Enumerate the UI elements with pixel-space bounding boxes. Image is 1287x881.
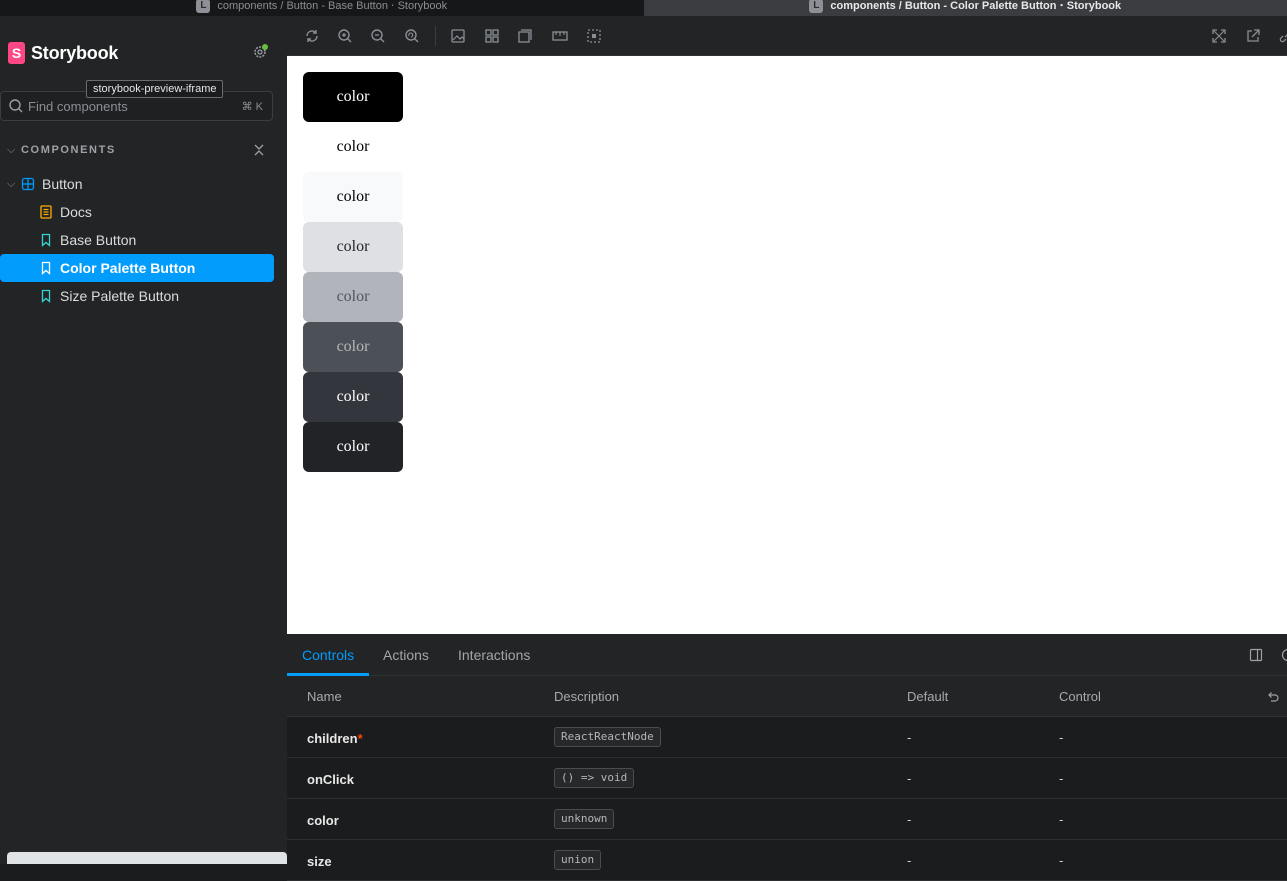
preview-toolbar <box>287 16 1287 56</box>
table-row: children* ReactReactNode - - <box>287 717 1287 758</box>
outline-icon[interactable] <box>585 27 603 45</box>
addon-tab-bar: Controls Actions Interactions <box>287 634 1287 676</box>
browser-tab-strip: L components / Button - Base Button ⋅ St… <box>0 0 1287 16</box>
addons-panel: Controls Actions Interactions Name Descr… <box>287 634 1287 864</box>
sidebar-item-label: Size Palette Button <box>60 288 179 304</box>
browser-tab-base-button[interactable]: L components / Button - Base Button ⋅ St… <box>0 0 644 16</box>
arg-type: ReactReactNode <box>554 727 661 747</box>
arg-name: children* <box>307 731 363 746</box>
grid-icon[interactable] <box>483 27 501 45</box>
close-panel-icon[interactable] <box>1281 648 1287 662</box>
collapse-all-icon[interactable] <box>253 142 265 161</box>
search-shortcut: ⌘ K <box>242 100 263 113</box>
arg-default: - <box>907 812 911 827</box>
color-button-gray-800[interactable]: color <box>303 372 403 422</box>
bookmark-icon <box>39 289 53 303</box>
color-button-gray-700[interactable]: color <box>303 322 403 372</box>
column-header-name: Name <box>307 689 342 704</box>
tab-interactions[interactable]: Interactions <box>458 634 530 676</box>
color-button-black[interactable]: color <box>303 72 403 122</box>
storybook-favicon: L <box>196 0 210 13</box>
arg-control: - <box>1059 730 1063 745</box>
background-image-icon[interactable] <box>449 27 467 45</box>
column-header-control: Control <box>1059 689 1101 704</box>
browser-tab-title: components / Button - Color Palette Butt… <box>830 0 1121 12</box>
tooltip: storybook-preview-iframe <box>86 80 223 98</box>
measure-icon[interactable] <box>551 27 569 45</box>
bookmark-icon <box>39 261 53 275</box>
open-new-tab-icon[interactable] <box>1244 27 1262 45</box>
search-input[interactable] <box>28 98 228 114</box>
sidebar-item-color-palette-button[interactable]: Color Palette Button <box>0 254 274 282</box>
fullscreen-icon[interactable] <box>1210 27 1228 45</box>
update-status-dot <box>262 44 268 50</box>
table-row: color unknown - - <box>287 799 1287 840</box>
reset-controls-icon[interactable] <box>1266 689 1280 703</box>
component-icon <box>21 177 35 191</box>
sidebar-item-size-palette-button[interactable]: Size Palette Button <box>0 282 274 310</box>
chevron-down-icon: ⌵ <box>7 178 15 191</box>
arg-type: () => void <box>554 768 634 788</box>
arg-default: - <box>907 771 911 786</box>
sidebar-item-base-button[interactable]: Base Button <box>0 226 274 254</box>
zoom-out-icon[interactable] <box>369 27 387 45</box>
section-title: COMPONENTS <box>21 144 116 156</box>
storybook-preview-iframe: color color color color color color colo… <box>287 56 1287 634</box>
arg-control: - <box>1059 853 1063 868</box>
brand-name: Storybook <box>31 43 118 64</box>
remount-icon[interactable] <box>303 27 321 45</box>
sidebar-item-docs[interactable]: Docs <box>0 198 274 226</box>
arg-default: - <box>907 853 911 868</box>
arg-control: - <box>1059 771 1063 786</box>
sidebar-item-label: Color Palette Button <box>60 260 195 276</box>
color-button-white[interactable]: color <box>303 122 403 172</box>
storybook-logo: S <box>8 42 25 64</box>
sidebar-item-label: Button <box>42 176 82 192</box>
notification-panel-edge <box>7 852 287 864</box>
docs-icon <box>39 205 53 219</box>
arg-type: union <box>554 850 601 870</box>
sidebar-item-label: Docs <box>60 204 92 220</box>
column-header-description: Description <box>554 689 619 704</box>
search-icon <box>8 98 24 114</box>
toolbar-divider <box>435 26 436 46</box>
column-header-default: Default <box>907 689 948 704</box>
arg-name: color <box>307 813 339 828</box>
color-button-gray-400[interactable]: color <box>303 272 403 322</box>
tab-controls[interactable]: Controls <box>287 634 369 676</box>
args-table-header: Name Description Default Control <box>287 676 1287 717</box>
arg-type: unknown <box>554 809 614 829</box>
table-row: size union - - <box>287 840 1287 881</box>
arg-name: onClick <box>307 772 354 787</box>
sidebar: S Storybook ⌘ K storybook-preview-iframe… <box>0 16 287 864</box>
bookmark-icon <box>39 233 53 247</box>
required-marker: * <box>358 731 363 746</box>
browser-tab-title: components / Button - Base Button ⋅ Stor… <box>217 0 447 12</box>
storybook-brand[interactable]: S Storybook <box>8 42 118 64</box>
browser-tab-color-palette[interactable]: L components / Button - Color Palette Bu… <box>644 0 1287 16</box>
components-section-header[interactable]: ⌵ COMPONENTS <box>0 144 287 158</box>
color-button-gray-200[interactable]: color <box>303 222 403 272</box>
tab-actions[interactable]: Actions <box>383 634 429 676</box>
storybook-favicon: L <box>809 0 823 13</box>
viewport-icon[interactable] <box>516 27 534 45</box>
table-row: onClick () => void - - <box>287 758 1287 799</box>
chevron-down-icon: ⌵ <box>7 144 15 157</box>
zoom-in-icon[interactable] <box>336 27 354 45</box>
color-button-gray-900[interactable]: color <box>303 422 403 472</box>
sidebar-item-button[interactable]: ⌵ Button <box>0 170 274 198</box>
panel-orientation-icon[interactable] <box>1249 648 1263 662</box>
arg-control: - <box>1059 812 1063 827</box>
arg-default: - <box>907 730 911 745</box>
zoom-reset-icon[interactable] <box>403 27 421 45</box>
copy-link-icon[interactable] <box>1277 27 1287 45</box>
sidebar-item-label: Base Button <box>60 232 136 248</box>
color-button-gray-50[interactable]: color <box>303 172 403 222</box>
arg-name: size <box>307 854 332 869</box>
